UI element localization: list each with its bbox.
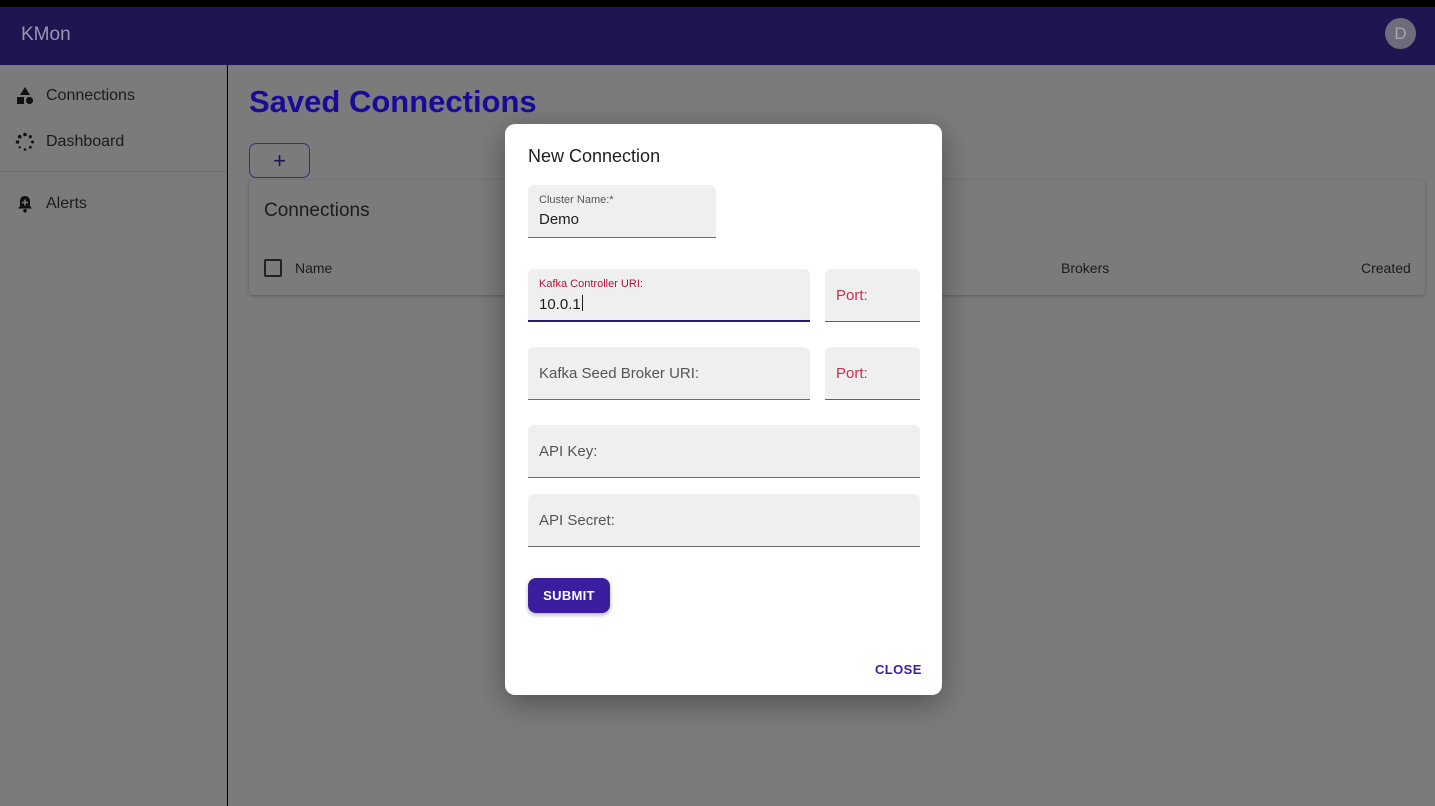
sidebar-item-label: Connections	[46, 87, 135, 104]
cluster-name-value: Demo	[539, 211, 580, 228]
add-connection-button[interactable]: +	[249, 143, 310, 178]
app-bar: KMon D	[0, 7, 1435, 65]
select-all-checkbox[interactable]	[264, 259, 282, 277]
page-title: Saved Connections	[249, 84, 537, 119]
controller-port-field[interactable]: Port:	[825, 269, 920, 322]
panel-title: Connections	[264, 200, 370, 221]
avatar[interactable]: D	[1385, 18, 1416, 49]
controller-uri-label: Kafka Controller URI:	[539, 278, 643, 290]
sidebar-item-alerts[interactable]: Alerts	[0, 184, 227, 224]
app-title: KMon	[21, 24, 71, 45]
sidebar: Connections Dashboard Alerts	[0, 65, 227, 806]
column-header-brokers[interactable]: Brokers	[1061, 260, 1109, 276]
api-secret-placeholder: API Secret:	[539, 512, 615, 529]
column-header-created[interactable]: Created	[1361, 260, 1411, 276]
loading-dots-icon	[15, 132, 34, 151]
bell-add-icon	[18, 196, 32, 213]
dialog-title: New Connection	[528, 146, 661, 166]
new-connection-dialog: New Connection Cluster Name:* Demo Kafka…	[505, 124, 942, 695]
cluster-name-field[interactable]: Cluster Name:* Demo	[528, 185, 716, 238]
seed-broker-port-placeholder: Port:	[836, 365, 868, 382]
api-secret-field[interactable]: API Secret:	[528, 494, 920, 547]
submit-button[interactable]: SUBMIT	[528, 578, 610, 613]
column-header-name[interactable]: Name	[295, 260, 332, 276]
controller-port-placeholder: Port:	[836, 287, 868, 304]
sidebar-divider	[0, 171, 227, 172]
cluster-name-label: Cluster Name:*	[539, 194, 614, 206]
sidebar-item-label: Dashboard	[46, 133, 125, 150]
top-strip	[0, 0, 1435, 7]
sidebar-item-connections[interactable]: Connections	[0, 76, 227, 116]
sidebar-item-label: Alerts	[46, 195, 87, 212]
seed-broker-uri-field[interactable]: Kafka Seed Broker URI:	[528, 347, 810, 400]
shapes-icon	[17, 87, 34, 105]
seed-broker-port-field[interactable]: Port:	[825, 347, 920, 400]
api-key-placeholder: API Key:	[539, 443, 598, 460]
close-button[interactable]: CLOSE	[875, 662, 922, 677]
controller-uri-field[interactable]: Kafka Controller URI: 10.0.1	[528, 269, 810, 322]
api-key-field[interactable]: API Key:	[528, 425, 920, 478]
controller-uri-value: 10.0.1	[539, 295, 583, 313]
text-caret	[581, 295, 583, 311]
seed-broker-uri-placeholder: Kafka Seed Broker URI:	[539, 365, 700, 382]
sidebar-item-dashboard[interactable]: Dashboard	[0, 122, 227, 162]
